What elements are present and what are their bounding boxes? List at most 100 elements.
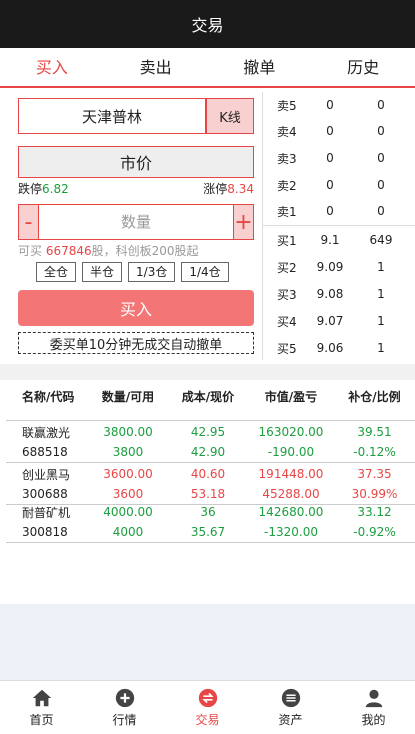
page-title: 交易: [191, 16, 224, 35]
minus-button[interactable]: -: [19, 205, 38, 239]
level-label: 卖3: [277, 151, 297, 166]
holding-price: 53.18: [190, 487, 226, 501]
level-label: 买5: [277, 341, 297, 356]
table-row-sub[interactable]: 300818 4000 35.67 -1320.00 -0.92%: [0, 522, 415, 542]
header-ratio: 补仓/比例: [348, 390, 401, 404]
level-label: 买4: [277, 314, 297, 329]
available-suffix: 股，科创板200股起: [91, 244, 199, 258]
level-volume: 0: [377, 124, 385, 138]
level-label: 买1: [277, 233, 297, 248]
tab-history[interactable]: 历史: [311, 48, 415, 86]
holding-add: 39.51: [357, 425, 392, 439]
home-icon: [32, 689, 51, 707]
sell-level-3: 卖3 0 0: [277, 145, 407, 171]
holding-ratio: 30.99%: [351, 487, 398, 501]
nav-profile[interactable]: 我的: [332, 681, 415, 734]
order-book-divider: [263, 225, 415, 226]
stock-name-field[interactable]: 天津普林: [18, 98, 206, 134]
holding-ratio: -0.12%: [353, 445, 396, 459]
holding-value: 191448.00: [258, 467, 324, 481]
table-row[interactable]: 耐普矿机 4000.00 36 142680.00 33.12: [0, 502, 415, 522]
level-label: 买3: [277, 287, 297, 302]
price-limits: 跌停6.82 涨停8.34: [18, 180, 254, 196]
level-volume: 0: [377, 178, 385, 192]
level-price: 0: [326, 178, 334, 192]
level-price: 9.06: [316, 341, 344, 355]
quantity-stepper: - +: [18, 204, 254, 240]
table-row-sub[interactable]: 300688 3600 53.18 45288.00 30.99%: [0, 484, 415, 504]
nav-assets[interactable]: 资产: [249, 681, 332, 734]
kline-button[interactable]: K线: [206, 98, 254, 134]
table-row[interactable]: 创业黑马 3600.00 40.60 191448.00 37.35: [0, 464, 415, 484]
level-label: 卖2: [277, 178, 297, 193]
level-volume: 1: [377, 287, 385, 301]
buy-level-4: 买4 9.07 1: [277, 308, 407, 334]
tab-buy[interactable]: 买入: [0, 48, 104, 86]
holding-qty: 3600.00: [103, 467, 153, 481]
available-value: 667846: [45, 244, 92, 258]
level-volume: 1: [377, 314, 385, 328]
level-price: 0: [326, 124, 334, 138]
header-value: 市值/盈亏: [264, 390, 318, 404]
plus-circle-icon: [115, 688, 134, 708]
stock-code: 300818: [22, 525, 68, 539]
header-qty: 数量/可用: [101, 390, 155, 404]
available-prefix: 可买: [18, 244, 46, 258]
limit-up-value: 8.34: [227, 182, 254, 196]
tab-cancel[interactable]: 撤单: [208, 48, 312, 86]
limit-down: 跌停6.82: [18, 180, 69, 196]
level-volume: 0: [377, 151, 385, 165]
level-price: 9.1: [320, 233, 340, 247]
buy-level-5: 买5 9.06 1: [277, 335, 407, 361]
holding-avail: 3600: [112, 487, 144, 501]
sell-level-1: 卖1 0 0: [277, 198, 407, 224]
position-quarter-button[interactable]: 1/4仓: [181, 262, 229, 282]
position-buttons: 全仓 半仓 1/3仓 1/4仓: [18, 262, 254, 282]
nav-label: 我的: [361, 713, 386, 727]
price-mode-button[interactable]: 市价: [18, 146, 254, 178]
tab-sell[interactable]: 卖出: [104, 48, 208, 86]
level-label: 卖5: [277, 98, 297, 113]
holding-value: 142680.00: [258, 505, 324, 519]
level-price: 0: [326, 204, 334, 218]
available-info: 可买 667846股，科创板200股起: [18, 242, 254, 258]
level-price: 9.07: [316, 314, 344, 328]
limit-up: 涨停8.34: [203, 180, 254, 196]
trade-screen: 交易 买入 卖出 撤单 历史 天津普林 K线 市价 跌停6.82 涨停8.34 …: [0, 0, 415, 734]
position-full-button[interactable]: 全仓: [36, 262, 77, 282]
nav-home[interactable]: 首页: [0, 681, 83, 734]
table-row-sub[interactable]: 688518 3800 42.90 -190.00 -0.12%: [0, 442, 415, 462]
holding-price: 35.67: [190, 525, 226, 539]
stock-name: 耐普矿机: [22, 505, 71, 520]
order-book: 卖5 0 0 卖4 0 0 卖3 0 0 卖2 0 0 卖1 0 0 买1 9.1 649 买2 9.09…: [262, 92, 415, 360]
header-name-code: 名称/代码: [22, 390, 75, 404]
trade-icon: [198, 688, 217, 708]
holding-avail: 3800: [112, 445, 144, 459]
nav-trade[interactable]: 交易: [166, 681, 249, 734]
nav-label: 行情: [112, 713, 137, 727]
holding-pnl: -1320.00: [264, 525, 318, 539]
stock-code: 688518: [22, 445, 68, 459]
position-third-button[interactable]: 1/3仓: [128, 262, 176, 282]
table-row[interactable]: 联赢激光 3800.00 42.95 163020.00 39.51: [0, 422, 415, 442]
limit-down-label: 跌停: [18, 182, 43, 196]
nav-market[interactable]: 行情: [83, 681, 166, 734]
quantity-input[interactable]: [38, 205, 234, 239]
sell-level-5: 卖5 0 0: [277, 92, 407, 118]
level-price: 9.08: [316, 287, 344, 301]
stock-name: 联赢激光: [22, 425, 71, 440]
level-label: 卖4: [277, 124, 297, 139]
level-volume: 1: [377, 341, 385, 355]
holding-qty: 4000.00: [103, 505, 153, 519]
plus-button[interactable]: +: [234, 205, 253, 239]
level-price: 0: [326, 151, 334, 165]
section-divider: [0, 364, 415, 380]
buy-level-2: 买2 9.09 1: [277, 254, 407, 280]
level-price: 9.09: [316, 260, 344, 274]
stock-name: 创业黑马: [22, 467, 71, 482]
level-price: 0: [326, 98, 334, 112]
position-half-button[interactable]: 半仓: [82, 262, 123, 282]
holding-pnl: -190.00: [267, 445, 315, 459]
holding-value: 163020.00: [258, 425, 324, 439]
buy-button[interactable]: 买入: [18, 290, 254, 326]
